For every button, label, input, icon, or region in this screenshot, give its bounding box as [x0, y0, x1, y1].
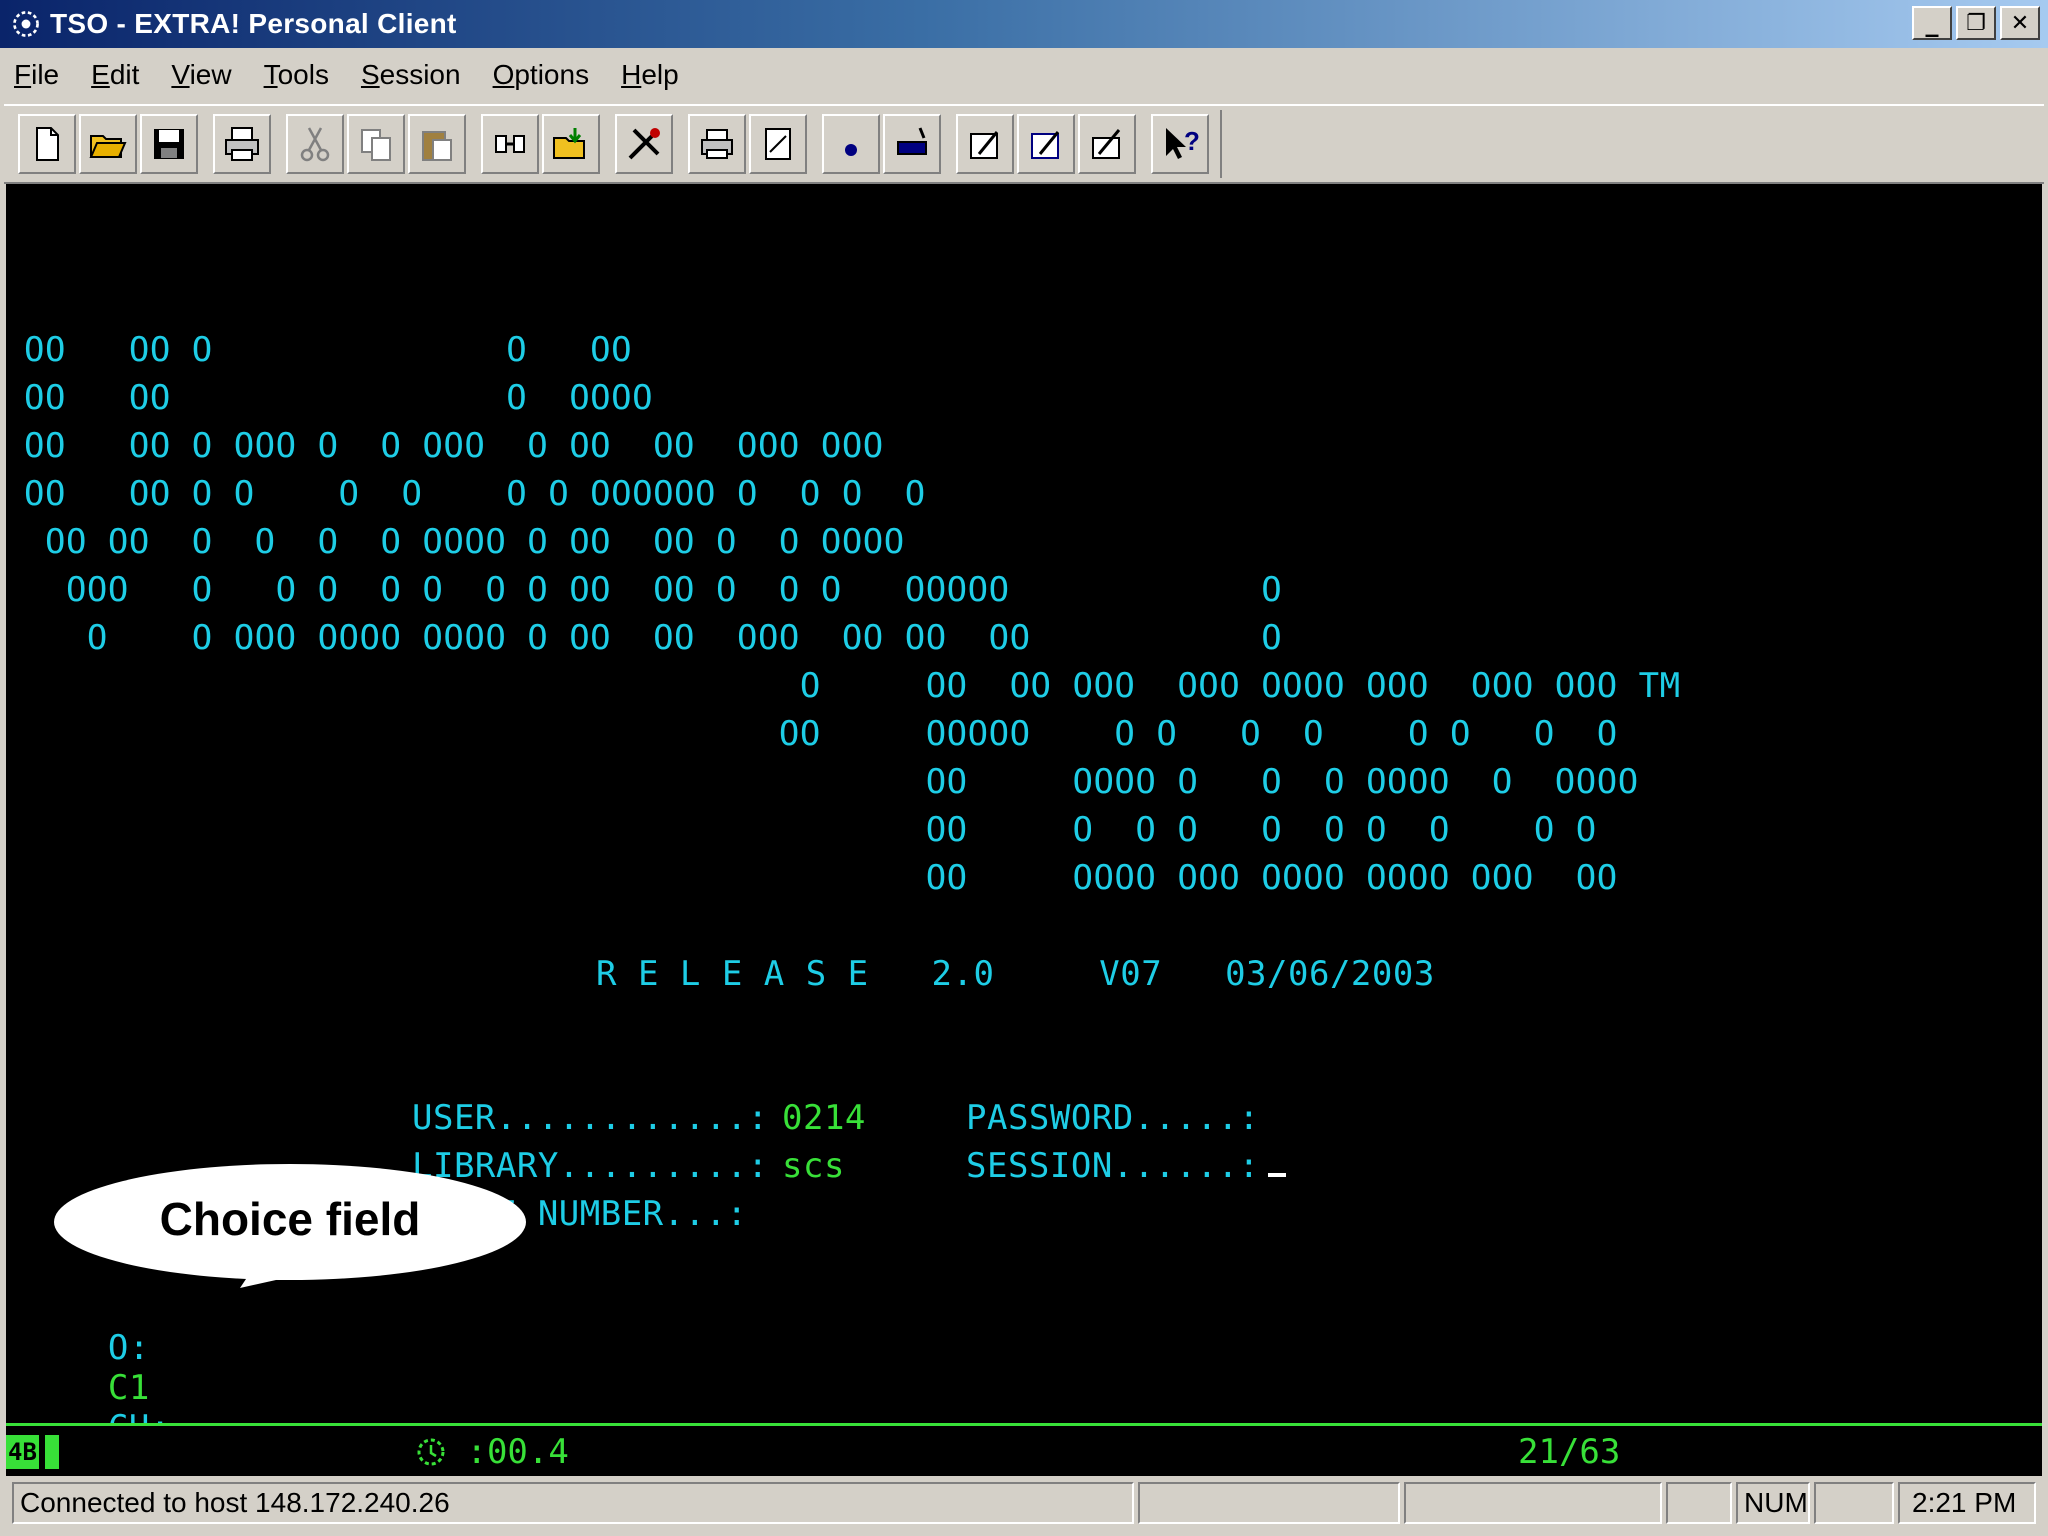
- menu-file-accel: F: [14, 59, 32, 90]
- macro-icon[interactable]: [883, 114, 941, 174]
- banner-line: OOO O O O O O O O OO OO O O O OOOOO O: [24, 570, 1283, 610]
- svg-text:?: ?: [1184, 126, 1200, 156]
- menu-edit-accel: E: [91, 59, 110, 90]
- banner-line: O O OOO OOOO OOOO O OO OO OOO OO OO OO O: [24, 618, 1283, 658]
- banner-line: OO OOOOO O O O O O O O O: [24, 714, 1618, 754]
- password-label: PASSWORD.....:: [966, 1098, 1260, 1138]
- status-panel-empty: [1138, 1482, 1400, 1524]
- banner-line: O OO OO OOO OOO OOOO OOO OOO OOO TM: [24, 666, 1681, 706]
- session-badge: 4B: [6, 1434, 59, 1470]
- choice-suffix: CH:: [108, 1408, 171, 1424]
- window-title: TSO - EXTRA! Personal Client: [50, 8, 457, 39]
- menu-tools[interactable]: Tools: [264, 59, 329, 91]
- record-icon[interactable]: [822, 114, 880, 174]
- banner-line: OO OOOO OOO OOOO OOOO OOO OO: [24, 858, 1618, 898]
- banner-line: OO OO O O OO: [24, 330, 633, 370]
- paste-icon[interactable]: [408, 114, 466, 174]
- close-button[interactable]: ✕: [2000, 6, 2040, 40]
- callout-text: Choice field: [159, 1193, 421, 1245]
- help-icon[interactable]: ?: [1151, 114, 1209, 174]
- tools-icon[interactable]: [615, 114, 673, 174]
- status-panel-empty: [1404, 1482, 1662, 1524]
- session-label: SESSION......:: [966, 1146, 1286, 1186]
- status-message: Connected to host 148.172.240.26: [12, 1482, 1134, 1524]
- menu-file[interactable]: File: [14, 59, 59, 91]
- status-bar: Connected to host 148.172.240.26 NUM 2:2…: [0, 1476, 2048, 1536]
- open-icon[interactable]: [79, 114, 137, 174]
- choice-field[interactable]: C1: [108, 1368, 150, 1408]
- save-icon[interactable]: [140, 114, 198, 174]
- library-field[interactable]: scs: [782, 1146, 845, 1186]
- banner-line: OO OO O OOO O O OOO O OO OO OOO OOO: [24, 426, 884, 466]
- title-bar: TSO - EXTRA! Personal Client _ ❐ ✕: [0, 0, 2048, 48]
- menu-options-label: ptions: [514, 59, 590, 90]
- release-line: R E L E A S E 2.0 V07 03/06/2003: [596, 954, 1435, 994]
- menu-session-label: ession: [379, 59, 461, 90]
- menu-file-label: ile: [31, 59, 60, 90]
- user-label: USER............:: [412, 1098, 790, 1138]
- transfer-icon[interactable]: [542, 114, 600, 174]
- choice-label: O:: [107, 1328, 150, 1368]
- ready-indicator: [44, 1435, 59, 1469]
- app-logo-icon[interactable]: [8, 6, 44, 42]
- menu-tools-label: ools: [277, 59, 329, 90]
- session-badge-text: 4B: [6, 1435, 39, 1469]
- choice-field-callout: Choice field: [52, 1162, 528, 1288]
- page-setup-icon[interactable]: [749, 114, 807, 174]
- banner-line: OO OOOO O O O OOOO O OOOO: [24, 762, 1639, 802]
- menu-edit[interactable]: Edit: [91, 59, 139, 91]
- menu-view[interactable]: View: [171, 59, 231, 91]
- menu-help-label: elp: [641, 59, 679, 90]
- session-label-text: SESSION......:: [966, 1146, 1260, 1186]
- menu-options-accel: O: [492, 59, 515, 90]
- printer-session-icon[interactable]: [688, 114, 746, 174]
- menu-help[interactable]: Help: [621, 59, 679, 91]
- toolbar: ?: [4, 104, 2044, 184]
- minimize-button[interactable]: _: [1912, 6, 1952, 40]
- choice-row: O: C1 CH:: [24, 1288, 171, 1424]
- menu-help-accel: H: [621, 59, 642, 90]
- status-clock: 2:21 PM: [1898, 1482, 2036, 1524]
- banner-line: OO OO O O O O O O OOOOOO O O O O: [24, 474, 926, 514]
- menu-edit-label: dit: [109, 59, 140, 90]
- banner-line: OO O O O O O O O O O: [24, 810, 1597, 850]
- text-cursor: [1267, 1173, 1286, 1177]
- cut-icon[interactable]: [286, 114, 344, 174]
- status-panel-empty: [1814, 1482, 1894, 1524]
- timer-value: :00.4: [466, 1432, 569, 1472]
- new-icon[interactable]: [18, 114, 76, 174]
- menu-view-accel: V: [171, 59, 190, 90]
- print-icon[interactable]: [213, 114, 271, 174]
- response-timer: :00.4: [416, 1432, 569, 1472]
- user-field[interactable]: 0214: [782, 1098, 866, 1138]
- settings-icon[interactable]: [1078, 114, 1136, 174]
- num-lock-indicator: NUM: [1736, 1482, 1810, 1524]
- operator-info-area: 4B :00.4 21/63: [6, 1426, 2042, 1476]
- connect-icon[interactable]: [481, 114, 539, 174]
- edit-macro-icon[interactable]: [956, 114, 1014, 174]
- menu-tools-accel: T: [263, 59, 278, 90]
- menu-session[interactable]: Session: [361, 59, 461, 91]
- copy-icon[interactable]: [347, 114, 405, 174]
- run-macro-icon[interactable]: [1017, 114, 1075, 174]
- banner-line: OO OO O OOOO: [24, 378, 654, 418]
- menu-bar: File Edit View Tools Session Options Hel…: [0, 48, 2048, 102]
- restore-button[interactable]: ❐: [1956, 6, 1996, 40]
- banner-line: OO OO O O O O OOOO O OO OO O O OOOO: [24, 522, 905, 562]
- menu-view-label: iew: [189, 59, 232, 90]
- menu-session-accel: S: [360, 59, 380, 90]
- clock-icon: [416, 1432, 466, 1472]
- menu-options[interactable]: Options: [493, 59, 590, 91]
- cursor-position: 21/63: [1518, 1432, 1621, 1472]
- status-panel-empty: [1666, 1482, 1732, 1524]
